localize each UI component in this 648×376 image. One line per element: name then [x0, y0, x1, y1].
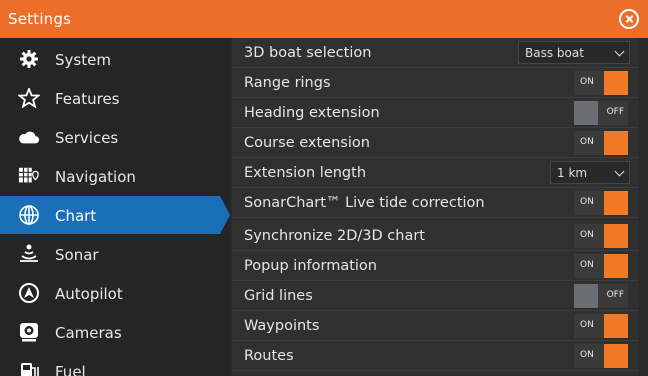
setting-waypoints: Waypoints ON [232, 311, 638, 341]
navigation-icon [18, 166, 40, 186]
waypoints-toggle[interactable]: ON [574, 314, 628, 338]
toggle-state: OFF [606, 107, 624, 117]
setting-grid-lines: Grid lines OFF [232, 281, 638, 311]
sidebar-item-label: Navigation [55, 168, 136, 186]
gear-icon [18, 49, 40, 69]
toggle-state: ON [580, 137, 594, 147]
toggle-state: ON [580, 320, 594, 330]
extension-length-dropdown[interactable]: 1 km [550, 161, 630, 184]
sidebar-item-label: Chart [55, 207, 97, 225]
grid-lines-toggle[interactable]: OFF [574, 284, 628, 308]
sidebar-item-label: System [55, 51, 111, 69]
toggle-state: ON [580, 350, 594, 360]
popup-information-toggle[interactable]: ON [574, 254, 628, 278]
toggle-knob [574, 284, 598, 308]
sidebar-item-system[interactable]: System [0, 40, 220, 78]
close-icon[interactable] [619, 9, 639, 29]
scrollbar[interactable] [640, 38, 648, 376]
setting-synchronize-chart: Synchronize 2D/3D chart ON [232, 221, 638, 251]
chevron-down-icon [614, 166, 625, 177]
toggle-knob [604, 131, 628, 155]
sonar-icon [18, 244, 40, 264]
sidebar-item-autopilot[interactable]: Autopilot [0, 274, 220, 312]
setting-label: Range rings [244, 75, 331, 91]
setting-label: Course extension [244, 135, 370, 151]
sidebar-item-label: Sonar [55, 246, 99, 264]
sidebar-item-label: Cameras [55, 324, 122, 342]
cloud-icon [18, 127, 40, 147]
setting-extension-length: Extension length 1 km [232, 158, 638, 188]
setting-label: 3D boat selection [244, 45, 372, 61]
toggle-state: OFF [606, 290, 624, 300]
toggle-state: ON [580, 260, 594, 270]
settings-window: Settings System Features Services Naviga… [0, 0, 648, 376]
toggle-state: ON [580, 77, 594, 87]
chevron-down-icon [614, 46, 625, 57]
toggle-knob [604, 71, 628, 95]
sidebar-item-label: Services [55, 129, 119, 147]
setting-label: Synchronize 2D/3D chart [244, 228, 425, 244]
dropdown-value: 1 km [557, 166, 588, 180]
toggle-knob [604, 344, 628, 368]
sidebar-item-cameras[interactable]: Cameras [0, 313, 220, 351]
autopilot-icon [18, 283, 40, 303]
setting-heading-extension: Heading extension OFF [232, 98, 638, 128]
sidebar-item-services[interactable]: Services [0, 118, 220, 156]
fuel-pump-icon [18, 361, 40, 376]
sidebar-item-label: Autopilot [55, 285, 123, 303]
chart-settings-panel: 3D boat selection Bass boat Range rings … [232, 38, 638, 376]
setting-label: Extension length [244, 165, 367, 181]
setting-label: Popup information [244, 258, 377, 274]
setting-label: Routes [244, 348, 294, 364]
toggle-knob [604, 254, 628, 278]
toggle-knob [604, 314, 628, 338]
setting-3d-boat-selection: 3D boat selection Bass boat [232, 38, 638, 68]
setting-course-extension: Course extension ON [232, 128, 638, 158]
setting-sonarchart-live-tide: SonarChart™ Live tide correction ON [232, 188, 638, 218]
toggle-state: ON [580, 197, 594, 207]
heading-extension-toggle[interactable]: OFF [574, 101, 628, 125]
sidebar-item-chart[interactable]: Chart [0, 196, 230, 234]
setting-label: SonarChart™ Live tide correction [244, 195, 485, 211]
window-title: Settings [8, 10, 72, 28]
globe-icon [18, 205, 40, 225]
tide-correction-toggle[interactable]: ON [574, 191, 628, 215]
toggle-knob [604, 191, 628, 215]
toggle-knob [604, 224, 628, 248]
sidebar-item-label: Features [55, 90, 120, 108]
camera-icon [18, 322, 40, 342]
dropdown-value: Bass boat [525, 46, 584, 60]
title-bar: Settings [0, 0, 648, 38]
synchronize-chart-toggle[interactable]: ON [574, 224, 628, 248]
sidebar-item-label: Fuel [55, 363, 86, 376]
setting-label: Grid lines [244, 288, 313, 304]
routes-toggle[interactable]: ON [574, 344, 628, 368]
setting-range-rings: Range rings ON [232, 68, 638, 98]
course-extension-toggle[interactable]: ON [574, 131, 628, 155]
toggle-knob [574, 101, 598, 125]
sidebar-item-navigation[interactable]: Navigation [0, 157, 220, 195]
toggle-state: ON [580, 230, 594, 240]
range-rings-toggle[interactable]: ON [574, 71, 628, 95]
setting-label: Waypoints [244, 318, 320, 334]
setting-popup-information: Popup information ON [232, 251, 638, 281]
sidebar-item-sonar[interactable]: Sonar [0, 235, 220, 273]
sidebar-item-features[interactable]: Features [0, 79, 220, 117]
setting-routes: Routes ON [232, 341, 638, 371]
boat-selection-dropdown[interactable]: Bass boat [518, 41, 630, 64]
star-icon [18, 88, 40, 108]
sidebar-item-fuel[interactable]: Fuel [0, 352, 220, 376]
setting-label: Heading extension [244, 105, 380, 121]
sidebar: System Features Services Navigation Char… [0, 38, 230, 376]
